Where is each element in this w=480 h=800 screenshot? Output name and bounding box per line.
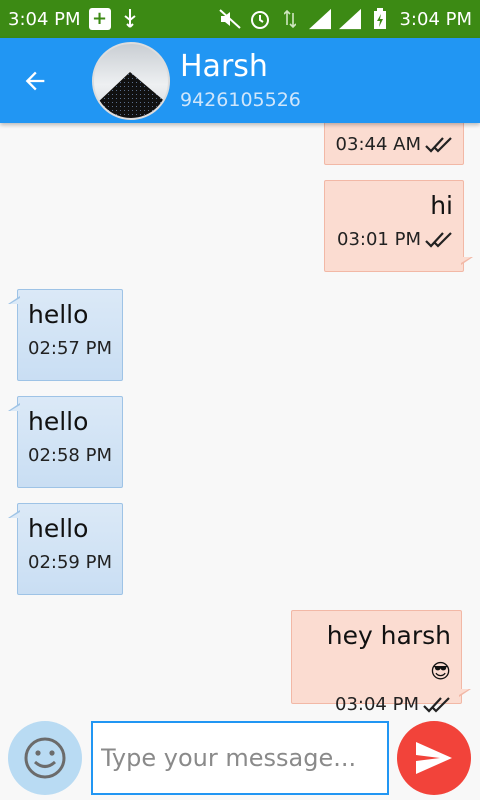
bubble-tail [461,257,473,265]
message-meta: 03:04 PM [302,692,451,713]
app-bar: Harsh 9426105526 [0,38,480,123]
alarm-icon [249,8,271,30]
message-meta: 03:01 PM [335,227,453,253]
status-bar: 3:04 PM + 3:04 PM [0,0,480,38]
message-time: 02:59 PM [28,552,112,573]
bubble-tail [8,510,20,518]
message-meta: 03:44 AM [336,132,453,158]
message-input[interactable] [91,721,389,795]
plus-notification-icon: + [88,8,111,30]
data-arrows-icon [279,8,301,30]
message-outgoing[interactable]: hey harsh 😎 03:04 PM [291,610,471,713]
back-button[interactable] [0,38,70,123]
bubble-tail [459,689,471,697]
contact-info[interactable]: Harsh 9426105526 [180,48,301,114]
message-text: hi [430,191,453,220]
contact-name: Harsh [180,48,268,84]
message-time: 02:58 PM [28,445,112,466]
message-incoming[interactable]: hello 02:58 PM [8,396,123,488]
signal-icon [309,8,332,30]
battery-icon [369,8,391,30]
status-time-left: 3:04 PM [8,8,81,30]
usb-icon [119,8,141,30]
message-time: 03:01 PM [337,229,421,250]
message-outgoing[interactable]: hi 03:01 PM [324,180,473,272]
message-time: 03:04 PM [335,694,419,713]
composer [0,713,480,800]
send-icon [416,742,452,774]
double-check-icon [425,137,452,153]
status-time-right: 3:04 PM [399,8,472,30]
message-text: hello [28,514,89,543]
avatar-image [96,71,168,118]
message-meta: 02:58 PM [28,443,112,469]
message-meta: 02:57 PM [28,336,112,362]
bubble-tail [8,403,20,411]
message-incoming[interactable]: hello 02:57 PM [8,289,123,381]
message-meta: 02:59 PM [28,550,112,576]
message-text: hey harsh 😎 [302,619,451,688]
send-button[interactable] [397,721,471,795]
double-check-icon [423,697,450,713]
signal-icon [339,8,362,30]
message-text: hello [28,407,89,436]
chat-list[interactable]: 03:44 AM hi 03:01 PM hello 02:57 PM hell… [0,123,480,713]
message-outgoing[interactable]: 03:44 AM [324,123,464,165]
message-incoming[interactable]: hello 02:59 PM [8,503,123,595]
message-text-content: hey harsh [326,621,451,650]
mute-icon [219,8,242,30]
message-text: hello [28,300,89,329]
back-arrow-icon [25,71,45,90]
message-time: 03:44 AM [335,134,421,155]
double-check-icon [425,232,452,248]
emoji-button[interactable] [8,721,82,795]
sunglasses-emoji-icon: 😎 [430,659,451,683]
avatar[interactable] [92,41,170,120]
bubble-tail [8,296,20,304]
contact-phone: 9426105526 [180,88,301,111]
message-time: 02:57 PM [28,338,112,359]
smiley-icon [24,737,66,779]
